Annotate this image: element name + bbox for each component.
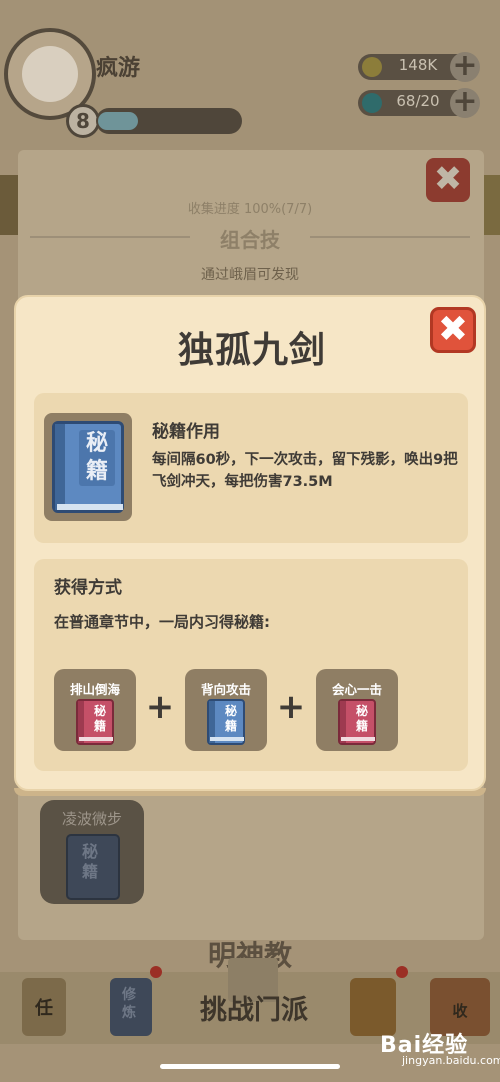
book-title: 秘籍 <box>355 704 368 733</box>
bg-progress-text: 收集进度 100%(7/7) <box>187 202 313 217</box>
book-title: 秘籍 <box>79 430 115 486</box>
effect-description: 每间隔60秒，下一次攻击，留下残影，唤出9把飞剑冲天，每把伤害73.5M <box>152 452 458 490</box>
challenge-sect-button[interactable]: 挑战门派 <box>172 988 336 1027</box>
book-pages <box>79 737 113 741</box>
close-icon: ✖ <box>437 309 469 350</box>
acquire-description: 在普通章节中，一局内习得秘籍: <box>54 613 271 631</box>
plus-sign: + <box>276 687 306 727</box>
collect-label: 收 <box>452 1002 468 1020</box>
add-gems-button[interactable]: + <box>450 87 480 118</box>
book-pages <box>57 504 123 510</box>
recipe-skill-card[interactable]: 排山倒海 秘籍 <box>54 669 136 751</box>
recipe-skill-label: 排山倒海 <box>69 682 120 697</box>
plus-sign: + <box>145 687 175 727</box>
bg-book-text: 秘籍 <box>82 842 99 881</box>
gem-amount: 68/20 <box>396 92 440 110</box>
player-name: 疯游 <box>96 56 141 81</box>
recipe-skill-card[interactable]: 背向攻击 秘籍 <box>185 669 267 751</box>
red-book-icon: 秘籍 <box>76 699 114 745</box>
acquire-heading: 获得方式 <box>54 578 122 598</box>
level-badge: 8 <box>66 104 100 138</box>
effect-heading: 秘籍作用 <box>152 422 220 442</box>
recipe-skill-card[interactable]: 会心一击 秘籍 <box>316 669 398 751</box>
train-notification-dot <box>150 966 162 978</box>
avatar-face-icon <box>22 46 78 102</box>
modal-title: 独孤九剑 <box>177 330 326 371</box>
bg-combo-hint: 通过峨眉可发现 <box>201 267 299 283</box>
baidu-watermark: Bai经验 jingyan.baidu.com <box>380 1025 500 1067</box>
book-pages <box>341 737 375 741</box>
blue-book-icon: 秘籍 <box>207 699 245 745</box>
skill-detail-modal: 独孤九剑 ✖ 秘籍 秘籍作用 每间隔60秒，下一次攻击，留下残影，唤出9把飞剑冲… <box>14 295 486 791</box>
task-scroll-icon[interactable]: 任 <box>22 978 66 1036</box>
train-label: 修炼 <box>122 987 136 1021</box>
watermark-url: jingyan.baidu.com <box>402 1054 500 1067</box>
book-title: 秘籍 <box>224 704 237 733</box>
effect-panel: 秘籍 秘籍作用 每间隔60秒，下一次攻击，留下残影，唤出9把飞剑冲天，每把伤害7… <box>34 393 468 543</box>
book-title: 秘籍 <box>93 704 106 733</box>
coin-amount: 148K <box>398 56 438 74</box>
recipe-skill-label: 背向攻击 <box>200 682 251 697</box>
xp-bar-fill <box>98 112 138 130</box>
bg-combo-heading: 组合技 <box>220 228 280 252</box>
skill-book-frame: 秘籍 <box>44 413 132 521</box>
skill-book-icon: 秘籍 <box>52 421 124 513</box>
add-coins-button[interactable]: + <box>450 51 480 82</box>
xp-bar <box>96 108 242 134</box>
book-pages <box>210 737 244 741</box>
bg-close-icon[interactable]: ✖ <box>426 158 470 202</box>
close-button[interactable]: ✖ <box>430 307 476 353</box>
recipe-skill-label: 会心一击 <box>331 682 382 697</box>
train-book-icon[interactable]: 修炼 <box>110 978 152 1036</box>
gem-icon <box>362 93 382 113</box>
red-book-icon: 秘籍 <box>338 699 376 745</box>
bg-skill-card[interactable]: 凌波微步 秘籍 <box>40 800 144 904</box>
home-indicator[interactable] <box>160 1064 340 1069</box>
bg-book-icon: 秘籍 <box>66 834 120 900</box>
helmet-notification-dot <box>396 966 408 978</box>
bg-skill-card-label: 凌波微步 <box>61 810 122 828</box>
task-label: 任 <box>35 998 53 1019</box>
acquire-panel: 获得方式 在普通章节中，一局内习得秘籍: 排山倒海 秘籍 + 背向攻击 秘籍 +… <box>34 559 468 771</box>
coin-icon <box>362 57 382 77</box>
book-spine <box>55 424 65 510</box>
